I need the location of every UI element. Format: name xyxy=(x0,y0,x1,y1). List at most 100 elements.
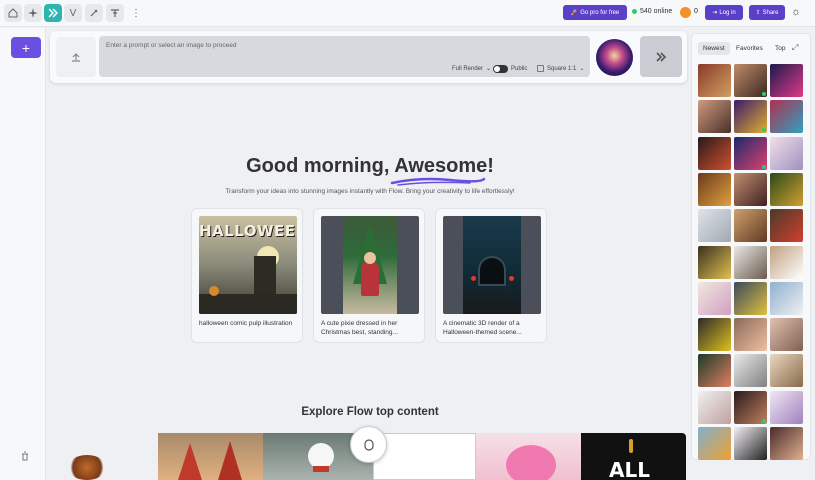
card-image xyxy=(443,216,541,314)
prompt-input[interactable]: Enter a prompt or select an image to pro… xyxy=(99,36,590,77)
gallery-thumbnail[interactable] xyxy=(734,281,767,315)
chevron-down-icon: ⌄ xyxy=(579,66,585,72)
gallery-thumbnail[interactable] xyxy=(698,136,731,170)
go-pro-button[interactable]: 🚀 Go pro for free xyxy=(563,5,627,20)
login-button[interactable]: ⇥ Log in xyxy=(705,5,743,20)
strip-image-gnomes[interactable] xyxy=(158,433,263,480)
tab-newest[interactable]: Newest xyxy=(698,42,730,55)
tab-top[interactable]: Top xyxy=(770,42,790,55)
tab-favorites[interactable]: Favorites xyxy=(731,42,768,55)
trash-icon[interactable] xyxy=(20,451,30,464)
theme-toggle-icon[interactable]: ☼ xyxy=(791,6,801,18)
example-card[interactable]: A cute pixie dressed in her Christmas be… xyxy=(313,208,425,343)
strip-image-donut[interactable] xyxy=(476,433,581,480)
gallery-thumbnail[interactable] xyxy=(734,172,767,206)
gallery-thumbnail[interactable] xyxy=(770,136,803,170)
strip-image-all[interactable]: ALL xyxy=(581,433,686,480)
online-dot-icon xyxy=(762,164,766,169)
greeting-heading: Good morning, Awesome! xyxy=(180,155,560,178)
gallery-thumbnail[interactable] xyxy=(770,100,803,134)
share-button[interactable]: ⇧ Share xyxy=(749,5,785,20)
gallery-thumbnail[interactable] xyxy=(698,172,731,206)
text-icon[interactable] xyxy=(106,4,124,22)
model-avatar[interactable] xyxy=(596,39,633,76)
render-mode-select[interactable]: Full Render ⌄ xyxy=(452,65,491,73)
greeting-prefix: Good morning, xyxy=(246,155,390,177)
online-dot-icon xyxy=(762,92,766,96)
gallery-thumbnail[interactable] xyxy=(770,245,803,279)
flow-icon[interactable] xyxy=(44,4,62,22)
gallery-thumbnail[interactable] xyxy=(770,427,803,460)
aspect-select[interactable]: Square 1:1 ⌄ xyxy=(537,65,584,72)
gallery-thumbnail[interactable] xyxy=(770,209,803,243)
gallery-thumbnail[interactable] xyxy=(770,354,803,388)
card-image: HALLOWEEN xyxy=(199,216,297,314)
gallery-thumbnail[interactable] xyxy=(770,172,803,206)
gallery-thumbnail[interactable] xyxy=(734,427,767,460)
card-image xyxy=(321,216,419,314)
strip-image-text: ALL xyxy=(609,458,650,480)
gallery-thumbnail[interactable] xyxy=(734,64,767,97)
gallery-thumbnail[interactable] xyxy=(698,64,731,97)
go-pro-label: Go pro for free xyxy=(580,9,620,16)
gallery-thumbnail[interactable] xyxy=(734,100,767,134)
brush-icon[interactable] xyxy=(85,4,103,22)
sparkle-icon[interactable] xyxy=(24,4,42,22)
online-status: 540 online xyxy=(632,8,672,15)
example-card[interactable]: HALLOWEEN halloween comic pulp illustrat… xyxy=(191,208,303,343)
greeting-subtitle: Transform your ideas into stunning image… xyxy=(225,188,515,195)
render-mode-label: Full Render xyxy=(452,65,484,72)
home-icon[interactable] xyxy=(4,4,22,22)
strip-image-frame[interactable] xyxy=(373,433,476,480)
gallery-thumbnail[interactable] xyxy=(698,209,731,243)
v-icon[interactable]: V xyxy=(64,4,82,22)
example-card[interactable]: A cinematic 3D render of a Halloween-the… xyxy=(435,208,547,343)
gallery-thumbnail[interactable] xyxy=(734,318,767,352)
gallery-thumbnail[interactable] xyxy=(770,64,803,97)
card-image-title: HALLOWEEN xyxy=(199,222,297,240)
pause-icon xyxy=(363,438,374,451)
gallery-thumbnail[interactable] xyxy=(698,100,731,134)
aspect-icon xyxy=(537,65,544,72)
strip-image-leaves[interactable] xyxy=(55,433,155,480)
online-dot-icon xyxy=(762,418,766,423)
gallery-thumbnail[interactable] xyxy=(734,390,767,424)
gallery-thumbnail[interactable] xyxy=(734,245,767,279)
gallery-thumbnail[interactable] xyxy=(770,318,803,352)
double-chevron-icon xyxy=(656,51,667,62)
gallery-thumbnail[interactable] xyxy=(698,318,731,352)
public-label: Public xyxy=(511,66,528,72)
more-icon[interactable]: ⋮ xyxy=(127,4,145,22)
toggle-switch[interactable] xyxy=(493,65,508,73)
expand-icon[interactable]: ⤢ xyxy=(792,43,798,53)
coin-count: 0 xyxy=(694,8,698,15)
rocket-icon: 🚀 xyxy=(570,10,579,16)
upload-icon xyxy=(72,53,80,62)
gallery-thumbnail[interactable] xyxy=(770,281,803,315)
card-caption: A cinematic 3D render of a Halloween-the… xyxy=(443,320,522,337)
online-dot-icon xyxy=(632,9,637,14)
upload-button[interactable] xyxy=(56,37,96,77)
gallery-thumbnail[interactable] xyxy=(734,354,767,388)
explore-heading: Explore Flow top content xyxy=(301,406,439,418)
gallery-thumbnail[interactable] xyxy=(698,427,731,460)
gallery-thumbnail[interactable] xyxy=(770,390,803,424)
gallery-thumbnail[interactable] xyxy=(734,209,767,243)
gallery-thumbnail[interactable] xyxy=(734,136,767,170)
pause-button[interactable] xyxy=(350,426,387,463)
online-count: 540 online xyxy=(640,8,673,15)
gallery-thumbnail[interactable] xyxy=(698,281,731,315)
underline-scribble xyxy=(390,177,486,186)
gallery-thumbnail[interactable] xyxy=(698,390,731,424)
public-toggle[interactable]: Public xyxy=(493,65,527,73)
prompt-placeholder: Enter a prompt or select an image to pro… xyxy=(106,42,237,49)
login-label: Log in xyxy=(719,9,736,16)
gallery-thumbnail[interactable] xyxy=(698,245,731,279)
coin-icon xyxy=(680,7,691,18)
top-bar: V ⋮ 🚀 Go pro for free 540 online 0 ⇥ Log… xyxy=(0,0,815,27)
new-button[interactable]: + xyxy=(11,37,41,58)
greeting-name: Awesome! xyxy=(394,155,494,177)
share-label: Share xyxy=(762,9,779,16)
generate-button[interactable] xyxy=(640,36,682,77)
gallery-thumbnail[interactable] xyxy=(698,354,731,388)
